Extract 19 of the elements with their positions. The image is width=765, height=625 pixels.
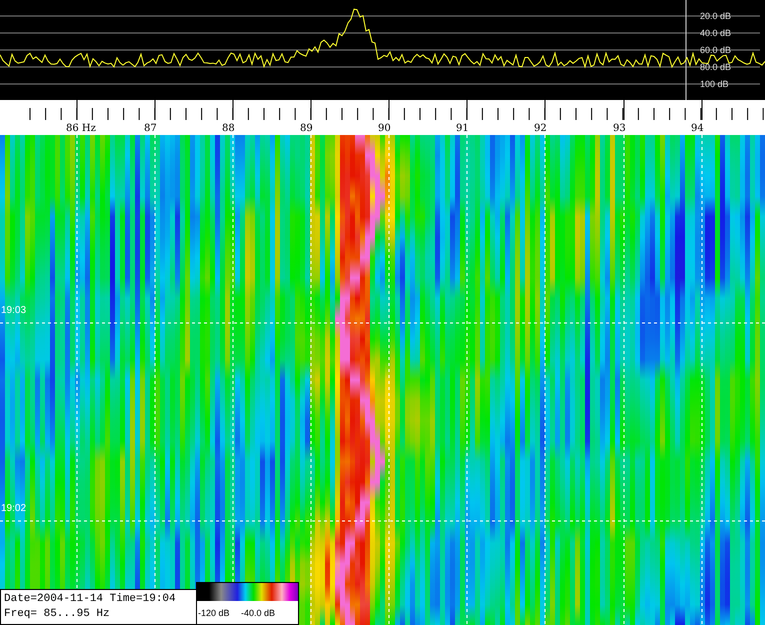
db-label: 60.0 dB (700, 44, 732, 57)
frequency-label: 88 (222, 123, 235, 134)
db-label: 20.0 dB (700, 10, 732, 23)
frequency-label: 89 (300, 123, 313, 134)
frequency-label: 94 (691, 123, 704, 134)
frequency-label: 90 (378, 123, 391, 134)
colorbar-label: -120 dB (198, 607, 230, 619)
frequency-label: 87 (144, 123, 157, 134)
db-label: 80.0 dB (700, 61, 732, 74)
db-label: 40.0 dB (700, 27, 732, 40)
colorbar-label: -40.0 dB (241, 607, 276, 619)
frequency-label: 86 Hz (66, 123, 96, 134)
frequency-label: 93 (613, 123, 626, 134)
frequency-label: 91 (456, 123, 469, 134)
info-text: Freq= 85...95 Hz (4, 607, 111, 622)
frequency-label: 92 (534, 123, 547, 134)
info-text: Date=2004-11-14 Time=19:04 (4, 592, 177, 607)
db-label: 100 dB (700, 78, 729, 91)
time-label: 19:03 (1, 305, 26, 317)
